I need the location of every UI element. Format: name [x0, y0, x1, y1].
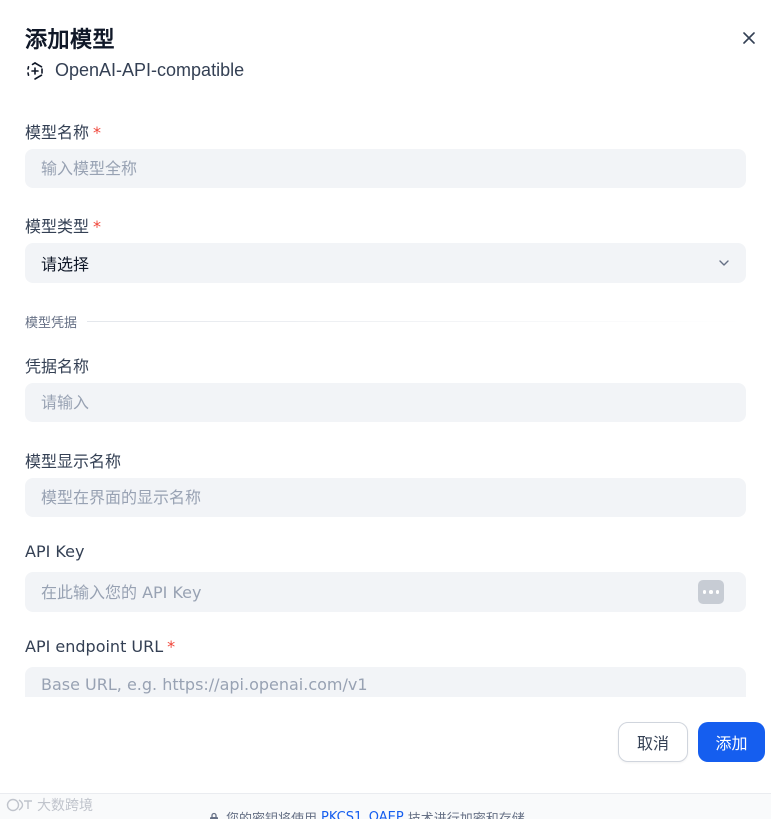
footer-divider	[0, 697, 771, 698]
add-button[interactable]: 添加	[698, 722, 765, 762]
credential-name-label: 凭据名称	[25, 357, 90, 376]
display-name-label: 模型显示名称	[25, 452, 122, 471]
watermark: 大数跨境	[6, 795, 93, 815]
api-key-input[interactable]	[41, 582, 746, 602]
password-manager-button[interactable]	[698, 580, 724, 604]
model-type-label-text: 模型类型	[25, 217, 90, 236]
model-name-label: 模型名称 *	[25, 119, 101, 143]
notice-suffix: 技术进行加密和存储	[408, 808, 525, 819]
model-name-field[interactable]	[25, 149, 746, 188]
more-dots-icon	[709, 590, 713, 594]
notice-link[interactable]: PKCS1_OAEP	[321, 810, 404, 819]
encryption-notice-bar: 您的密钥将使用 PKCS1_OAEP 技术进行加密和存储	[0, 793, 771, 819]
display-name-field[interactable]	[25, 478, 746, 517]
model-name-label-text: 模型名称	[25, 123, 90, 142]
endpoint-url-label-text: API endpoint URL	[25, 637, 164, 656]
notice-prefix: 您的密钥将使用	[226, 808, 317, 819]
cancel-button[interactable]: 取消	[618, 722, 688, 762]
provider-row: OpenAI-API-compatible	[25, 60, 244, 81]
credential-name-field[interactable]	[25, 383, 746, 422]
api-key-field[interactable]	[25, 572, 746, 612]
credentials-section-divider: 模型凭据	[25, 312, 746, 331]
section-divider-line	[87, 321, 746, 322]
watermark-text: 大数跨境	[37, 798, 93, 814]
chevron-down-icon	[719, 260, 729, 266]
model-type-label: 模型类型 *	[25, 213, 101, 237]
more-dots-icon	[702, 590, 707, 594]
display-name-input[interactable]	[41, 488, 746, 507]
required-mark: *	[93, 217, 102, 236]
api-key-label: API Key	[25, 542, 85, 561]
credentials-section-label: 模型凭据	[25, 316, 78, 331]
model-type-select[interactable]: 请选择	[25, 243, 746, 283]
more-dots-icon	[715, 590, 720, 594]
close-icon	[743, 32, 755, 44]
lock-icon	[210, 812, 218, 819]
model-name-input[interactable]	[41, 159, 746, 178]
provider-name: OpenAI-API-compatible	[55, 60, 245, 80]
required-mark: *	[93, 123, 102, 142]
model-type-value: 请选择	[41, 255, 90, 274]
encryption-notice: 您的密钥将使用 PKCS1_OAEP 技术进行加密和存储	[208, 808, 525, 819]
credential-name-input[interactable]	[41, 393, 746, 412]
endpoint-url-field[interactable]	[25, 667, 746, 697]
watermark-logo-icon	[6, 798, 32, 812]
endpoint-url-label: API endpoint URL *	[25, 637, 175, 656]
endpoint-url-input[interactable]	[41, 675, 746, 694]
required-mark: *	[167, 637, 176, 656]
openai-compatible-icon	[27, 61, 43, 80]
close-button[interactable]	[738, 27, 760, 49]
modal-title: 添加模型	[25, 28, 116, 53]
